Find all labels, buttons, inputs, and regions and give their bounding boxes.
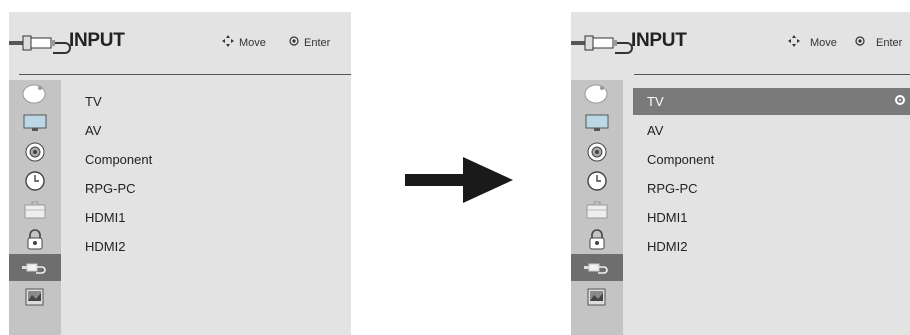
move-hint: Move (810, 37, 837, 49)
monitor-icon[interactable] (9, 109, 61, 136)
category-sidebar (571, 80, 623, 335)
input-plug-icon[interactable] (571, 254, 623, 281)
input-plug-icon[interactable] (9, 254, 61, 281)
enter-icon (289, 36, 299, 46)
menu-title: INPUT (631, 30, 687, 51)
input-option-rpg-pc[interactable]: RPG-PC (71, 175, 351, 202)
clock-icon[interactable] (9, 167, 61, 194)
selected-indicator-icon (895, 95, 905, 105)
move-arrows-icon (222, 35, 234, 47)
move-hint: Move (239, 37, 266, 49)
input-option-av[interactable]: AV (71, 117, 351, 144)
menu-header: INPUT Move Enter (571, 12, 910, 74)
input-option-hdmi1[interactable]: HDMI1 (71, 204, 351, 231)
input-option-hdmi2[interactable]: HDMI2 (633, 233, 910, 260)
satellite-dish-icon[interactable] (571, 80, 623, 107)
category-sidebar (9, 80, 61, 335)
move-arrows-icon (788, 35, 800, 47)
input-option-component[interactable]: Component (71, 146, 351, 173)
input-option-tv[interactable]: TV (71, 88, 351, 115)
input-option-av[interactable]: AV (633, 117, 910, 144)
photo-icon[interactable] (571, 283, 623, 310)
input-option-tv[interactable]: TV (633, 88, 910, 115)
input-menu-before: INPUT Move Enter TV AV Component RPG-PC … (9, 12, 351, 335)
input-menu-after: INPUT Move Enter TV AV Component RPG-PC … (571, 12, 910, 335)
briefcase-icon[interactable] (571, 196, 623, 223)
input-plug-icon (9, 35, 71, 54)
enter-hint: Enter (876, 37, 903, 49)
input-option-hdmi1[interactable]: HDMI1 (633, 204, 910, 231)
speaker-icon[interactable] (9, 138, 61, 165)
lock-icon[interactable] (571, 225, 623, 252)
input-option-component[interactable]: Component (633, 146, 910, 173)
input-option-hdmi2[interactable]: HDMI2 (71, 233, 351, 260)
menu-header: INPUT Move Enter (9, 12, 351, 74)
satellite-dish-icon[interactable] (9, 80, 61, 107)
enter-icon (855, 36, 865, 46)
briefcase-icon[interactable] (9, 196, 61, 223)
speaker-icon[interactable] (571, 138, 623, 165)
enter-hint: Enter (304, 37, 331, 49)
clock-icon[interactable] (571, 167, 623, 194)
lock-icon[interactable] (9, 225, 61, 252)
input-option-rpg-pc[interactable]: RPG-PC (633, 175, 910, 202)
header-divider (634, 74, 910, 75)
menu-title: INPUT (69, 30, 125, 51)
photo-icon[interactable] (9, 283, 61, 310)
input-plug-icon (571, 35, 633, 54)
monitor-icon[interactable] (571, 109, 623, 136)
right-arrow-icon (405, 157, 513, 203)
header-divider (19, 74, 351, 75)
